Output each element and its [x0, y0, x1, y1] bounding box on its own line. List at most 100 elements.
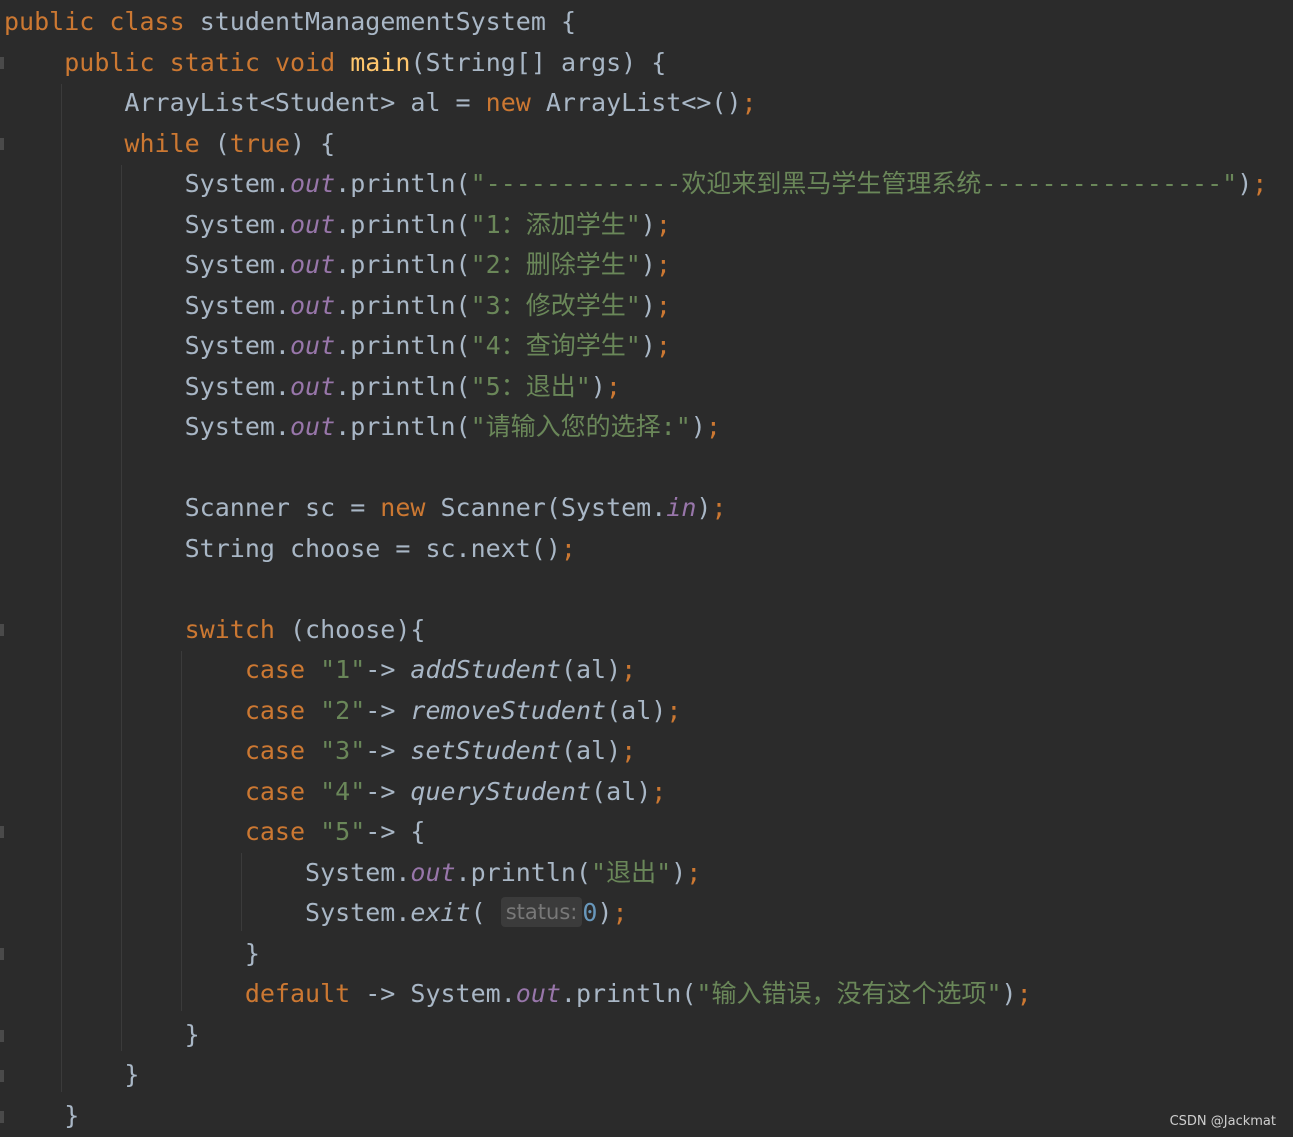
code-line[interactable]: case "5"-> {	[4, 812, 426, 852]
keyword: case	[244, 655, 306, 684]
code-line[interactable]: default -> System.out.println("输入错误，没有这个…	[4, 974, 1032, 1014]
string-literal: "退出"	[591, 858, 672, 887]
static-field: out	[289, 412, 336, 441]
code-text: )	[590, 372, 606, 401]
code-line[interactable]: public static void main(String[] args) {	[4, 43, 666, 83]
string-literal: "请输入您的选择:"	[470, 412, 691, 441]
semicolon: ;	[560, 534, 576, 563]
code-text: )	[696, 493, 712, 522]
keyword: public	[64, 48, 155, 77]
static-field: in	[666, 493, 697, 522]
semicolon: ;	[605, 372, 621, 401]
code-text: System.	[184, 412, 290, 441]
code-text: .println(	[560, 979, 697, 1008]
code-text: )	[640, 331, 656, 360]
code-line[interactable]: }	[4, 1096, 79, 1136]
code-line[interactable]: System.out.println("2：删除学生");	[4, 245, 671, 285]
keyword: default	[244, 979, 351, 1008]
code-text: ) {	[290, 129, 336, 158]
brace: }	[124, 1060, 140, 1089]
string-literal: "5：退出"	[470, 372, 591, 401]
code-line[interactable]: }	[4, 1015, 200, 1055]
code-text: (al)	[560, 736, 622, 765]
code-text: )	[1001, 979, 1017, 1008]
code-line[interactable]: case "4"-> queryStudent(al);	[4, 772, 667, 812]
code-text: (al)	[560, 655, 622, 684]
semicolon: ;	[621, 736, 637, 765]
code-line[interactable]: System.out.println("3：修改学生");	[4, 286, 671, 326]
string-literal: "4：查询学生"	[470, 331, 641, 360]
code-line[interactable]: System.out.println("4：查询学生");	[4, 326, 671, 366]
code-text: System.	[184, 291, 290, 320]
code-line[interactable]: public class studentManagementSystem {	[4, 2, 576, 42]
static-field: out	[515, 979, 561, 1008]
code-line[interactable]: case "2"-> removeStudent(al);	[4, 691, 682, 731]
semicolon: ;	[741, 88, 757, 117]
code-line[interactable]: case "3"-> setStudent(al);	[4, 731, 636, 771]
code-line[interactable]: case "1"-> addStudent(al);	[4, 650, 636, 690]
string-literal: "1：添加学生"	[470, 210, 641, 239]
semicolon: ;	[1252, 169, 1268, 198]
static-field: out	[289, 331, 336, 360]
keyword: case	[244, 817, 306, 846]
code-line[interactable]: System.out.println("1：添加学生");	[4, 205, 671, 245]
code-text: System.	[184, 331, 290, 360]
code-line[interactable]: String choose = sc.next();	[4, 529, 576, 569]
semicolon: ;	[655, 250, 671, 279]
code-text: .println(	[335, 372, 471, 401]
semicolon: ;	[711, 493, 727, 522]
watermark: CSDN @Jackmat	[1169, 1114, 1276, 1129]
code-text: )	[597, 898, 613, 927]
code-text: )	[1237, 169, 1253, 198]
static-field: out	[289, 291, 336, 320]
keyword: case	[244, 777, 306, 806]
code-text: .println(	[335, 412, 471, 441]
string-literal: "1"	[320, 655, 366, 684]
code-text: -> System.	[350, 979, 516, 1008]
code-line[interactable]: System.exit( status: 0);	[4, 893, 628, 933]
semicolon: ;	[1016, 979, 1032, 1008]
code-line[interactable]: Scanner sc = new Scanner(System.in);	[4, 488, 727, 528]
string-literal: "5"	[320, 817, 366, 846]
code-line[interactable]: switch (choose){	[4, 610, 426, 650]
code-text: (	[470, 898, 486, 927]
code-text: (al)	[606, 696, 667, 725]
semicolon: ;	[655, 331, 671, 360]
code-text: String choose = sc.next()	[184, 534, 561, 563]
keyword: switch	[184, 615, 275, 644]
semicolon: ;	[621, 655, 637, 684]
code-line[interactable]: System.out.println("5：退出");	[4, 367, 621, 407]
code-line[interactable]: System.out.println("请输入您的选择:");	[4, 407, 721, 447]
semicolon: ;	[612, 898, 628, 927]
keyword: public	[4, 7, 95, 36]
code-line[interactable]: System.out.println("退出");	[4, 853, 701, 893]
method-call: queryStudent	[410, 777, 592, 806]
semicolon: ;	[655, 210, 671, 239]
semicolon: ;	[705, 412, 721, 441]
brace: }	[64, 1101, 80, 1130]
code-line[interactable]: while (true) {	[4, 124, 335, 164]
code-line[interactable]: System.out.println("-------------欢迎来到黑马学…	[4, 164, 1268, 204]
code-text: System.	[305, 858, 411, 887]
method-call: exit	[410, 898, 471, 927]
code-line[interactable]: }	[4, 1055, 139, 1095]
keyword: new	[380, 493, 426, 522]
code-text: System.	[184, 372, 290, 401]
code-line[interactable]: ArrayList<Student> al = new ArrayList<>(…	[4, 83, 757, 123]
method-name: main	[350, 48, 411, 77]
code-text: ArrayList<Student> al =	[124, 88, 486, 117]
code-editor[interactable]: public class studentManagementSystem { p…	[0, 0, 1293, 1137]
string-literal: "-------------欢迎来到黑马学生管理系统--------------…	[470, 169, 1238, 198]
code-line[interactable]: }	[4, 934, 260, 974]
code-text: ->	[365, 817, 411, 846]
class-name: studentManagementSystem	[199, 7, 546, 36]
code-text: .println(	[335, 169, 471, 198]
code-text: ->	[365, 736, 411, 765]
semicolon: ;	[651, 777, 667, 806]
string-literal: "3：修改学生"	[470, 291, 641, 320]
code-text: ->	[365, 655, 411, 684]
brace: }	[244, 939, 260, 968]
code-text: )	[640, 210, 656, 239]
keyword: case	[244, 736, 306, 765]
code-text: .println(	[455, 858, 592, 887]
